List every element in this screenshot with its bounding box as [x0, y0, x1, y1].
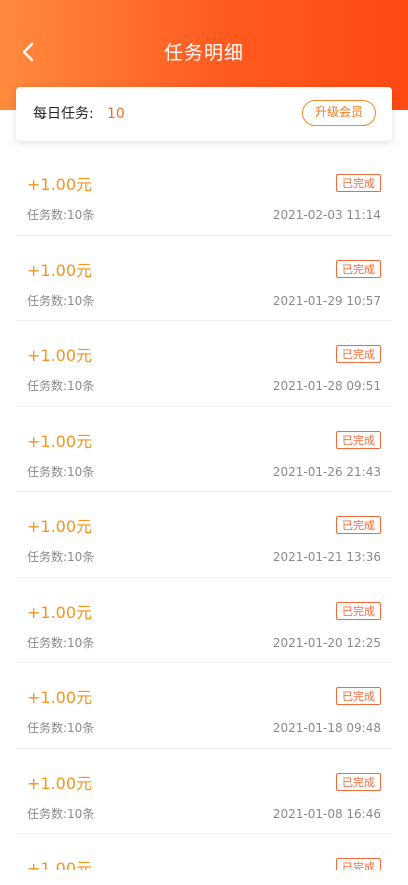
timestamp: 2021-01-20 12:25	[272, 635, 381, 650]
status-badge: 已完成	[336, 772, 381, 791]
list-item: +1.00元 已完成 任务数:10条 2021-01-28 09:51	[16, 321, 392, 407]
list-item: +1.00元 已完成 任务数:10条 2021-01-26 21:43	[16, 407, 392, 492]
task-count: 任务数:10条	[27, 464, 95, 479]
upgrade-member-button[interactable]: 升级会员	[302, 100, 376, 126]
list-item: +1.00元 已完成 任务数:10条 2021-02-03 11:14	[16, 150, 392, 236]
task-count: 任务数:10条	[27, 806, 95, 821]
list-item: +1.00元 已完成 任务数:10条 2021-01-20 12:25	[16, 578, 392, 663]
daily-task-value: 10	[107, 106, 125, 122]
task-count: 任务数:10条	[27, 550, 95, 564]
task-detail-list[interactable]: +1.00元 已完成 任务数:10条 2021-02-03 11:14 +1.0…	[16, 150, 392, 870]
reward-amount: +1.00元	[27, 517, 93, 536]
timestamp: 2021-01-29 10:57	[272, 293, 381, 308]
status-badge: 已完成	[336, 516, 381, 534]
timestamp: 2021-02-03 11:14	[272, 208, 381, 222]
status-badge: 已完成	[336, 601, 381, 620]
page-title: 任务明细	[163, 42, 244, 64]
reward-amount: +1.00元	[27, 346, 93, 365]
list-item: +1.00元 已完成 任务数:10条 2021-01-29 10:57	[16, 236, 392, 321]
reward-amount: +1.00元	[27, 688, 93, 707]
list-item: +1.00元 已完成	[16, 834, 392, 870]
status-badge: 已完成	[336, 174, 381, 192]
daily-task-label: 每日任务:	[33, 106, 94, 122]
status-badge: 已完成	[336, 687, 381, 705]
timestamp: 2021-01-26 21:43	[272, 464, 381, 479]
task-count: 任务数:10条	[27, 379, 95, 393]
reward-amount: +1.00元	[27, 773, 93, 793]
status-badge: 已完成	[336, 259, 381, 278]
list-item: +1.00元 已完成 任务数:10条 2021-01-21 13:36	[16, 492, 392, 578]
reward-amount: +1.00元	[27, 859, 93, 870]
reward-amount: +1.00元	[27, 431, 93, 451]
timestamp: 2021-01-08 16:46	[272, 806, 381, 821]
list-item: +1.00元 已完成 任务数:10条 2021-01-08 16:46	[16, 749, 392, 834]
task-count: 任务数:10条	[27, 293, 95, 308]
reward-amount: +1.00元	[27, 175, 93, 194]
timestamp: 2021-01-18 09:48	[272, 721, 381, 735]
task-count: 任务数:10条	[27, 208, 95, 222]
task-count: 任务数:10条	[27, 635, 95, 650]
reward-amount: +1.00元	[27, 602, 93, 622]
timestamp: 2021-01-21 13:36	[272, 550, 381, 564]
timestamp: 2021-01-28 09:51	[272, 379, 381, 393]
task-count: 任务数:10条	[27, 721, 95, 735]
status-badge: 已完成	[336, 858, 381, 870]
daily-task-card: 每日任务: 10 升级会员	[16, 87, 392, 141]
reward-amount: +1.00元	[27, 260, 93, 280]
status-badge: 已完成	[336, 345, 381, 363]
status-badge: 已完成	[336, 430, 381, 449]
list-item: +1.00元 已完成 任务数:10条 2021-01-18 09:48	[16, 663, 392, 749]
